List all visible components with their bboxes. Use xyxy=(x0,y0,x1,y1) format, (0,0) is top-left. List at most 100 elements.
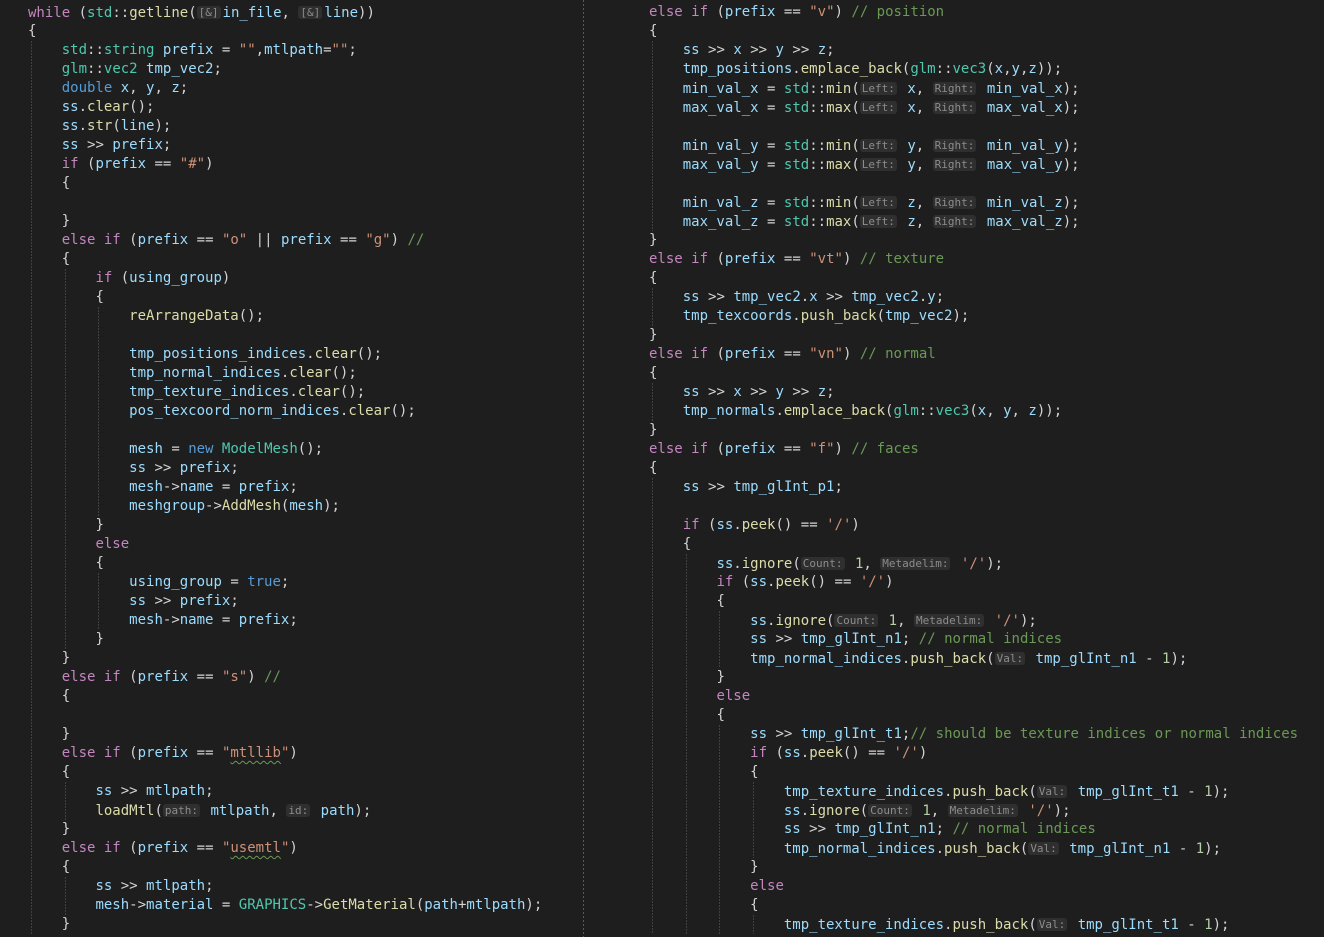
left-code-line[interactable]: tmp_normal_indices.clear(); xyxy=(28,364,357,383)
right-code-line[interactable]: ss >> tmp_glInt_n1; // normal indices xyxy=(649,630,1062,649)
left-code-line[interactable]: mesh = new ModelMesh(); xyxy=(28,440,323,459)
indent-guide xyxy=(753,782,755,858)
left-code-line[interactable]: } xyxy=(28,212,70,231)
right-code-line[interactable]: } xyxy=(649,231,657,250)
left-code-line[interactable]: { xyxy=(28,174,70,193)
left-code-line[interactable]: tmp_positions_indices.clear(); xyxy=(28,345,382,364)
right-code-line[interactable]: { xyxy=(649,269,657,288)
indent-guide xyxy=(64,782,66,820)
left-code-line[interactable]: tmp_texture_indices.clear(); xyxy=(28,383,365,402)
left-code-line[interactable]: using_group = true; xyxy=(28,573,289,592)
right-code-line[interactable]: { xyxy=(649,364,657,383)
right-code-line[interactable]: min_val_y = std::min(Left: y, Right: min… xyxy=(649,136,1080,155)
right-code-line[interactable]: } xyxy=(649,858,758,877)
left-code-line[interactable]: ss.clear(); xyxy=(28,98,155,117)
left-code-line[interactable]: ss >> mtlpath; xyxy=(28,877,213,896)
right-code-line[interactable]: tmp_texture_indices.push_back(Val: tmp_g… xyxy=(649,782,1230,801)
left-code-line[interactable]: if (using_group) xyxy=(28,269,230,288)
left-code-line[interactable]: { xyxy=(28,22,36,41)
left-code-line[interactable]: else if (prefix == "usemtl") xyxy=(28,839,298,858)
right-code-line[interactable]: { xyxy=(649,706,724,725)
right-code-line[interactable]: if (ss.peek() == '/') xyxy=(649,744,927,763)
left-code-line[interactable]: mesh->name = prefix; xyxy=(28,478,298,497)
left-code-line[interactable]: } xyxy=(28,516,103,535)
left-code-line[interactable]: pos_texcoord_norm_indices.clear(); xyxy=(28,402,416,421)
left-code-line[interactable]: std::string prefix = "",mtlpath=""; xyxy=(28,41,357,60)
right-code-line[interactable]: tmp_texture_indices.push_back(Val: tmp_g… xyxy=(649,915,1230,934)
left-code-line[interactable]: mesh->material = GRAPHICS->GetMaterial(p… xyxy=(28,896,542,915)
right-code-line[interactable]: max_val_z = std::max(Left: z, Right: max… xyxy=(649,212,1080,231)
left-code-line[interactable]: { xyxy=(28,250,70,269)
left-code-line[interactable]: double x, y, z; xyxy=(28,79,189,98)
left-code-line[interactable]: } xyxy=(28,630,103,649)
right-code-line[interactable]: { xyxy=(649,763,758,782)
left-code-line[interactable]: else if (prefix == "mtllib") xyxy=(28,744,298,763)
left-code-line[interactable]: ss.str(line); xyxy=(28,117,172,136)
right-code-line[interactable]: ss.ignore(Count: 1, Metadelim: '/'); xyxy=(649,801,1071,820)
right-code-line[interactable]: { xyxy=(649,535,691,554)
right-code-line[interactable]: ss >> x >> y >> z; xyxy=(649,383,835,402)
left-code-line[interactable]: } xyxy=(28,725,70,744)
left-code-line[interactable]: } xyxy=(28,915,70,934)
right-code-line[interactable]: ss >> tmp_vec2.x >> tmp_vec2.y; xyxy=(649,288,944,307)
right-code-line[interactable]: { xyxy=(649,22,657,41)
left-code-line[interactable]: ss >> prefix; xyxy=(28,592,239,611)
left-code-line[interactable]: { xyxy=(28,554,103,573)
left-code-line[interactable]: ss >> prefix; xyxy=(28,136,172,155)
right-code-line[interactable]: else if (prefix == "vt") // texture xyxy=(649,250,944,269)
right-code-line[interactable]: tmp_normals.emplace_back(glm::vec3(x, y,… xyxy=(649,402,1062,421)
left-code-line[interactable]: { xyxy=(28,288,103,307)
left-code-line[interactable]: } xyxy=(28,649,70,668)
right-code-line[interactable]: min_val_x = std::min(Left: x, Right: min… xyxy=(649,79,1080,98)
code-editor[interactable]: while (std::getline([&] in_file, [&] line)… xyxy=(0,0,1324,937)
left-code-line[interactable]: ss >> prefix; xyxy=(28,459,239,478)
right-code-line[interactable]: tmp_texcoords.push_back(tmp_vec2); xyxy=(649,307,970,326)
right-code-line[interactable]: ss.ignore(Count: 1, Metadelim: '/'); xyxy=(649,554,1003,573)
left-code-line[interactable]: { xyxy=(28,763,70,782)
left-code-line[interactable]: ss >> mtlpath; xyxy=(28,782,213,801)
right-code-line[interactable]: else if (prefix == "f") // faces xyxy=(649,440,919,459)
right-code-line[interactable]: max_val_x = std::max(Left: x, Right: max… xyxy=(649,98,1080,117)
left-code-line[interactable]: loadMtl(path: mtlpath, id: path); xyxy=(28,801,371,820)
editor-pane-left[interactable]: while (std::getline([&] in_file, [&] line)… xyxy=(0,0,583,937)
left-code-line[interactable]: meshgroup->AddMesh(mesh); xyxy=(28,497,340,516)
left-code-line[interactable]: glm::vec2 tmp_vec2; xyxy=(28,60,222,79)
right-code-line[interactable]: } xyxy=(649,668,724,687)
left-code-line[interactable]: } xyxy=(28,820,70,839)
right-code-line[interactable]: else xyxy=(649,687,750,706)
right-code-line[interactable]: tmp_normal_indices.push_back(Val: tmp_gl… xyxy=(649,839,1221,858)
right-code-line[interactable]: { xyxy=(649,896,758,915)
indent-guide xyxy=(98,573,100,630)
editor-pane-right[interactable]: else if (prefix == "v") // position{ ss … xyxy=(584,0,1324,937)
indent-guide xyxy=(719,611,721,668)
left-code-line[interactable]: reArrangeData(); xyxy=(28,307,264,326)
left-code-line[interactable]: while (std::getline([&] in_file, [&] line)… xyxy=(28,3,375,22)
right-code-line[interactable]: ss >> tmp_glInt_n1; // normal indices xyxy=(649,820,1096,839)
right-code-line[interactable]: { xyxy=(649,459,657,478)
right-code-line[interactable]: ss >> x >> y >> z; xyxy=(649,41,835,60)
right-code-line[interactable]: ss >> tmp_glInt_p1; xyxy=(649,478,843,497)
right-code-line[interactable]: max_val_y = std::max(Left: y, Right: max… xyxy=(649,155,1080,174)
right-code-line[interactable]: } xyxy=(649,326,657,345)
left-code-line[interactable]: { xyxy=(28,687,70,706)
right-code-line[interactable]: else xyxy=(649,877,784,896)
left-code-line[interactable]: mesh->name = prefix; xyxy=(28,611,298,630)
left-code-line[interactable]: else if (prefix == "s") // xyxy=(28,668,281,687)
left-code-line[interactable]: else xyxy=(28,535,129,554)
right-code-line[interactable]: min_val_z = std::min(Left: z, Right: min… xyxy=(649,193,1080,212)
left-code-line[interactable]: { xyxy=(28,858,70,877)
indent-guide xyxy=(652,288,653,326)
right-code-line[interactable]: { xyxy=(649,592,724,611)
right-code-line[interactable]: } xyxy=(649,421,657,440)
indent-guide xyxy=(685,554,687,934)
left-code-line[interactable]: else if (prefix == "o" || prefix == "g")… xyxy=(28,231,425,250)
right-code-line[interactable]: if (ss.peek() == '/') xyxy=(649,516,860,535)
right-code-line[interactable]: tmp_normal_indices.push_back(Val: tmp_gl… xyxy=(649,649,1187,668)
right-code-line[interactable]: ss >> tmp_glInt_t1;// should be texture … xyxy=(649,725,1298,744)
right-code-line[interactable]: tmp_positions.emplace_back(glm::vec3(x,y… xyxy=(649,60,1062,79)
left-code-line[interactable]: if (prefix == "#") xyxy=(28,155,214,174)
indent-guide xyxy=(31,41,32,934)
right-code-line[interactable]: else if (prefix == "vn") // normal xyxy=(649,345,936,364)
right-code-line[interactable]: ss.ignore(Count: 1, Metadelim: '/'); xyxy=(649,611,1037,630)
right-code-line[interactable]: else if (prefix == "v") // position xyxy=(649,3,944,22)
